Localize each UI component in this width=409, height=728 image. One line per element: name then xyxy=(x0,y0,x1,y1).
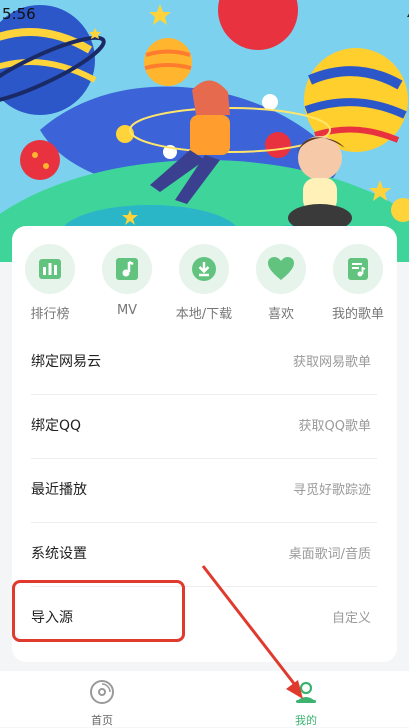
menu-item-bind-netease[interactable]: 绑定网易云 获取网易歌单 xyxy=(31,331,377,395)
menu-item-system-settings[interactable]: 系统设置 桌面歌词/音质 xyxy=(31,523,377,587)
tab-mine[interactable]: 我的 xyxy=(261,671,351,727)
menu-item-hint: 获取QQ歌单 xyxy=(298,419,371,434)
quick-actions: 排行榜 MV 本地/下载 喜欢 我的歌单 xyxy=(12,244,397,324)
quick-action-ranking[interactable]: 排行榜 xyxy=(12,244,88,324)
tab-label: 我的 xyxy=(295,714,317,727)
menu-item-title: 绑定网易云 xyxy=(31,354,101,370)
quick-action-favorites[interactable]: 喜欢 xyxy=(243,244,319,324)
quick-action-my-playlists[interactable]: 我的歌单 xyxy=(320,244,396,324)
menu-item-bind-qq[interactable]: 绑定QQ 获取QQ歌单 xyxy=(31,395,377,459)
tab-label: 首页 xyxy=(91,714,113,727)
heart-icon xyxy=(268,257,294,280)
quick-action-label: 喜欢 xyxy=(267,307,294,322)
menu-item-title: 绑定QQ xyxy=(31,418,82,434)
bar-chart-icon xyxy=(39,259,61,279)
status-time: 5:56 xyxy=(2,5,36,23)
quick-action-local-download[interactable]: 本地/下载 xyxy=(166,244,242,324)
menu-item-title: 系统设置 xyxy=(31,546,87,562)
download-icon xyxy=(192,257,216,281)
disc-icon xyxy=(90,680,114,704)
tab-home[interactable]: 首页 xyxy=(57,671,147,727)
menu-item-hint: 获取网易歌单 xyxy=(292,355,371,370)
highlight-box xyxy=(12,580,185,642)
music-note-icon xyxy=(116,258,138,280)
quick-action-label: 排行榜 xyxy=(30,307,70,322)
quick-action-label: MV xyxy=(116,303,138,318)
menu-item-title: 最近播放 xyxy=(31,482,87,498)
menu-item-recent-plays[interactable]: 最近播放 寻觅好歌踪迹 xyxy=(31,459,377,523)
playlist-icon xyxy=(348,258,368,280)
menu-item-hint: 桌面歌词/音质 xyxy=(288,547,371,562)
user-icon xyxy=(296,681,316,703)
quick-action-label: 本地/下载 xyxy=(175,307,233,322)
menu-item-hint: 寻觅好歌踪迹 xyxy=(292,483,371,498)
bottom-tab-bar: 首页 我的 xyxy=(0,671,409,727)
hero-banner: 5:56 xyxy=(0,0,409,262)
quick-action-mv[interactable]: MV xyxy=(89,244,165,324)
space-illustration xyxy=(0,0,409,262)
quick-action-label: 我的歌单 xyxy=(331,307,384,322)
menu-item-hint: 自定义 xyxy=(331,611,371,626)
